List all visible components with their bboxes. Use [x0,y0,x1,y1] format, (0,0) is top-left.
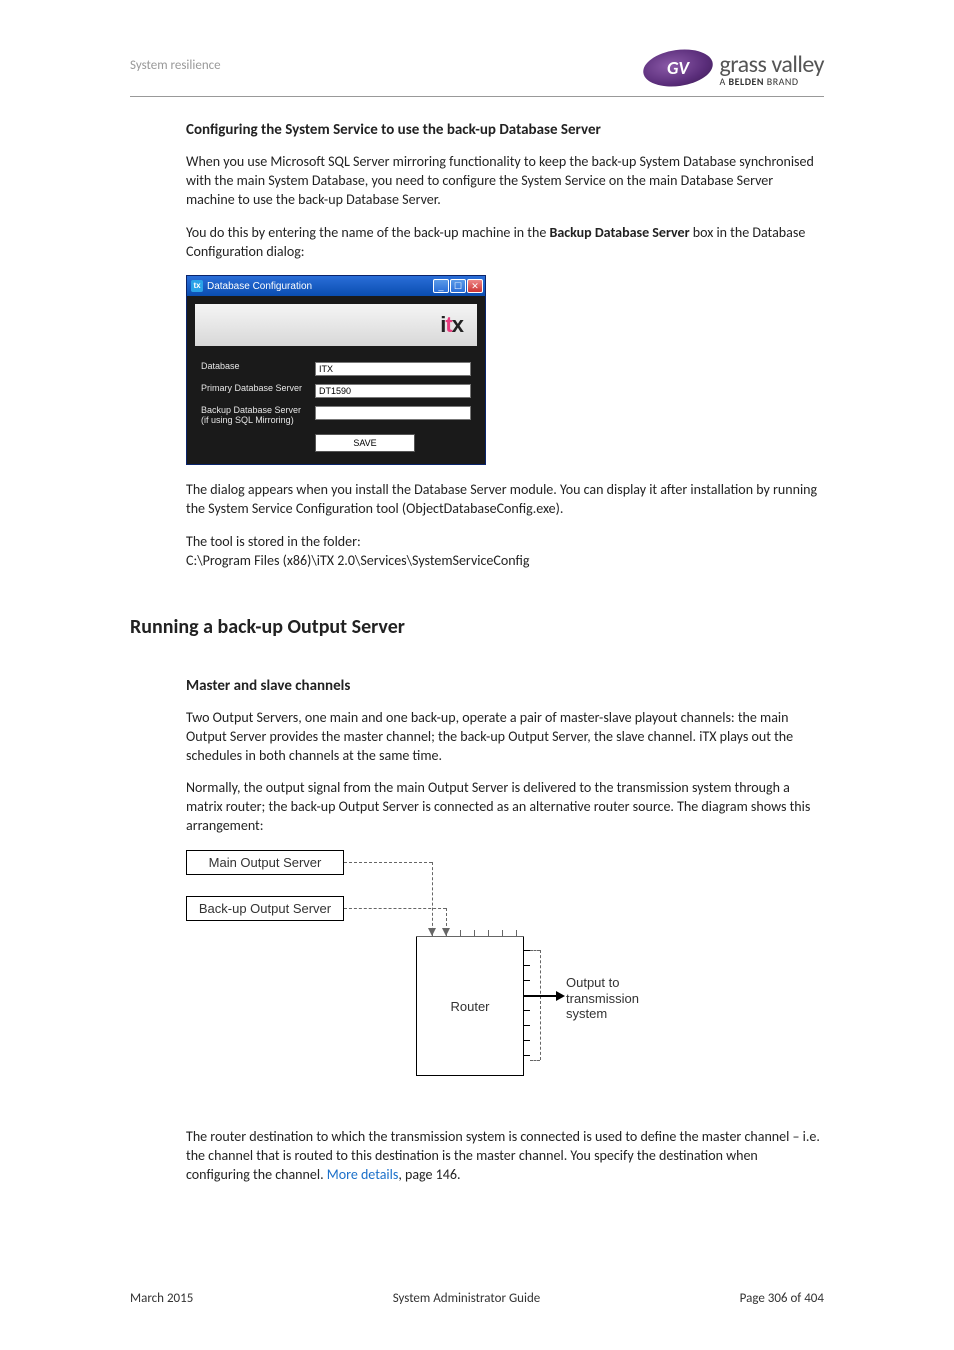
dialog-title-text: Database Configuration [207,281,312,292]
label-backup: Backup Database Server (if using SQL Mir… [201,406,307,426]
database-config-dialog: tx Database Configuration _ ☐ ✕ itx [186,275,486,465]
header-section: System resilience [130,50,221,73]
page-footer: March 2015 System Administrator Guide Pa… [130,1291,824,1306]
heading-running-backup: Running a back-up Output Server [130,615,824,639]
router-diagram: Main Output Server Back-up Output Server… [186,850,656,1110]
para: The dialog appears when you install the … [186,481,824,519]
app-icon: tx [191,280,203,292]
node-output: Output to transmission system [566,975,656,1022]
brand-sub: A BELDEN BRAND [719,77,824,87]
para: The router destination to which the tran… [186,1128,824,1185]
footer-title: System Administrator Guide [393,1291,541,1306]
para: The tool is stored in the folder: C:\Pro… [186,533,824,571]
para: When you use Microsoft SQL Server mirror… [186,153,824,210]
gv-badge-icon [643,50,713,90]
close-button[interactable]: ✕ [467,279,483,293]
dialog-titlebar[interactable]: tx Database Configuration _ ☐ ✕ [187,276,485,296]
brand-main: grass valley [719,53,824,77]
node-main-output: Main Output Server [186,850,344,875]
heading-configuring: Configuring the System Service to use th… [186,121,824,139]
input-database[interactable]: ITX [315,362,471,376]
para: Two Output Servers, one main and one bac… [186,709,824,766]
node-backup-output: Back-up Output Server [186,896,344,921]
label-primary: Primary Database Server [201,384,307,394]
para: Normally, the output signal from the mai… [186,779,824,836]
input-backup[interactable] [315,406,471,420]
minimize-button[interactable]: _ [433,279,449,293]
dialog-banner: itx [195,304,477,346]
node-router: Router [416,936,524,1076]
label-database: Database [201,362,307,372]
footer-page: Page 306 of 404 [740,1291,824,1306]
more-details-link[interactable]: More details [327,1166,399,1183]
maximize-button[interactable]: ☐ [450,279,466,293]
footer-date: March 2015 [130,1291,193,1306]
para: You do this by entering the name of the … [186,224,824,262]
page-header: System resilience grass valley A BELDEN … [130,50,824,97]
input-primary[interactable]: DT1590 [315,384,471,398]
heading-master-slave: Master and slave channels [186,677,824,695]
itx-logo: itx [440,312,463,338]
save-button[interactable]: SAVE [315,434,415,452]
brand-logo: grass valley A BELDEN BRAND [643,50,824,90]
